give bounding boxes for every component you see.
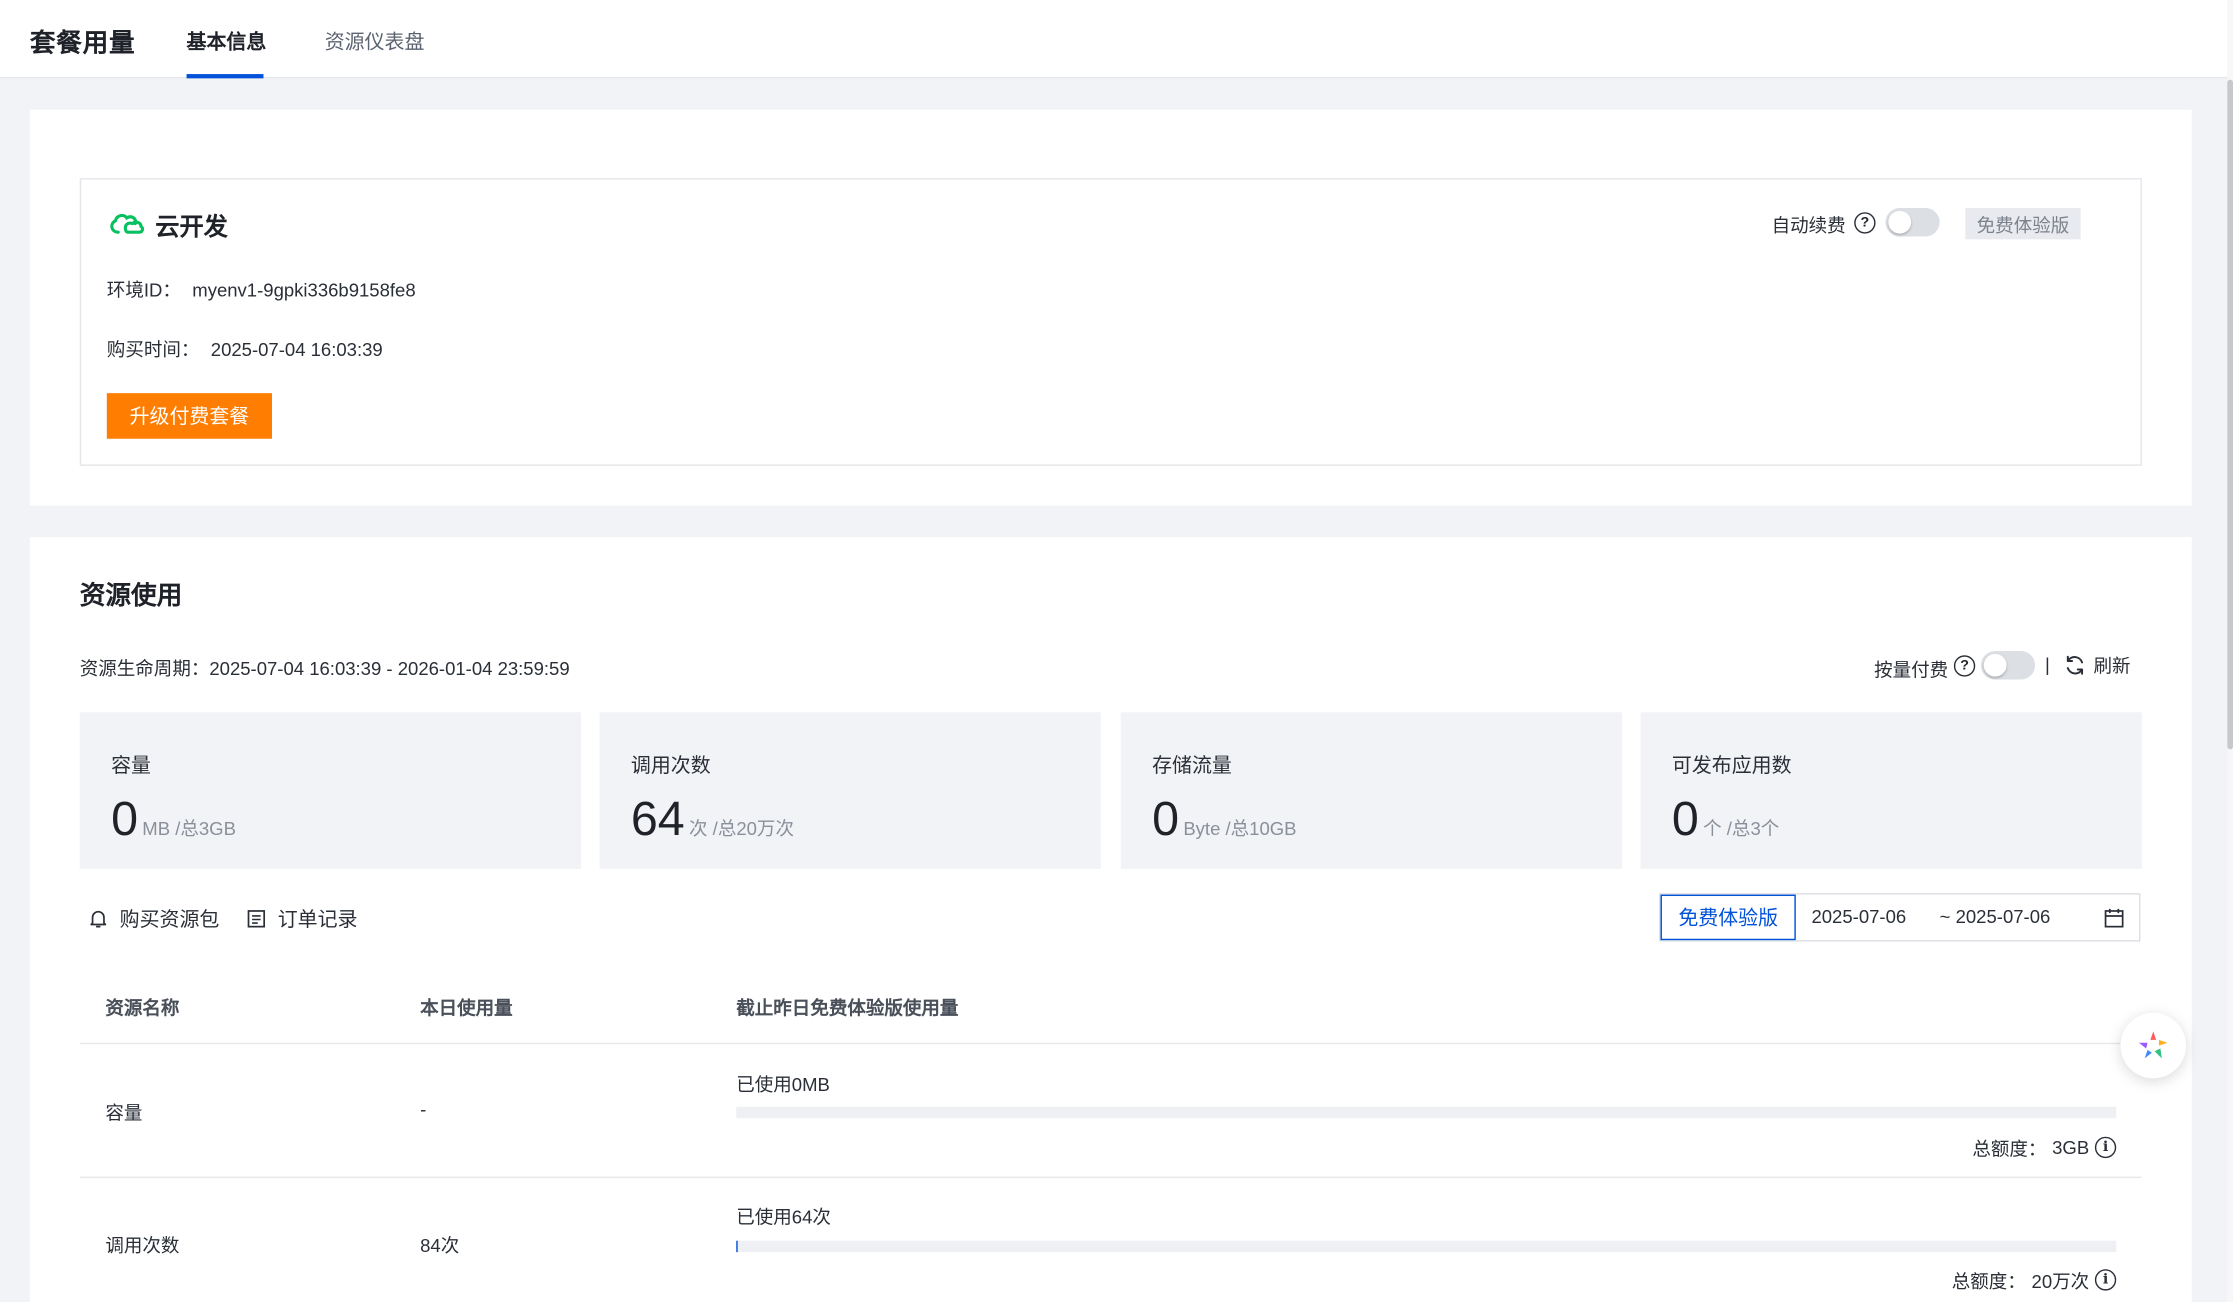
row-divider <box>79 1176 2142 1179</box>
page-title: 套餐用量 <box>29 28 136 57</box>
purchase-time-value: 2025-07-04 16:03:39 <box>210 339 383 361</box>
buy-resource-pack-link[interactable]: 购买资源包 <box>88 905 219 933</box>
info-icon[interactable]: i <box>2094 1136 2117 1159</box>
stat-value: 0 <box>1152 792 1180 847</box>
question-icon[interactable]: ? <box>1854 212 1876 234</box>
order-records-label: 订单记录 <box>277 907 358 931</box>
today-usage: 84次 <box>420 1235 460 1257</box>
tab-basic-info[interactable]: 基本信息 <box>187 27 267 55</box>
edition-tag: 免费体验版 <box>1965 207 2081 240</box>
assistant-float-button[interactable] <box>2120 1012 2187 1079</box>
column-header-name: 资源名称 <box>105 997 180 1019</box>
row-divider <box>79 1042 2142 1045</box>
order-records-link[interactable]: 订单记录 <box>246 905 357 933</box>
stat-unit: 个 /总3个 <box>1703 817 1780 840</box>
env-id-row: 环境ID： myenv1-9gpki336b9158fe8 <box>107 275 416 302</box>
purchase-time-label: 购买时间： <box>106 339 200 361</box>
stat-label: 调用次数 <box>630 753 711 777</box>
date-start[interactable]: 2025-07-06 <box>1811 906 1906 927</box>
active-tab-indicator <box>186 74 264 79</box>
auto-renew-label: 自动续费 <box>1771 215 1846 237</box>
cloud-logo-icon <box>108 211 145 237</box>
stat-label: 容量 <box>111 753 151 777</box>
top-bar: 套餐用量 基本信息 资源仪表盘 <box>0 0 2228 79</box>
page: 套餐用量 基本信息 资源仪表盘 云开发 环境ID： myenv1-9gpki336… <box>0 0 2233 1302</box>
bell-icon <box>88 909 108 929</box>
lifecycle-value: 2025-07-04 16:03:39 - 2026-01-04 23:59:5… <box>209 658 570 680</box>
stat-unit: 次 /总20万次 <box>689 817 794 840</box>
env-id-label: 环境ID： <box>106 279 181 301</box>
usage-progress-bar <box>736 1106 2117 1119</box>
stat-card-apps: 可发布应用数 0个 /总3个 <box>1640 712 2142 869</box>
refresh-label: 刷新 <box>2093 655 2131 677</box>
document-icon <box>246 909 266 929</box>
stat-value: 0 <box>1671 792 1699 847</box>
question-icon[interactable]: ? <box>1953 655 1976 677</box>
total-quota-value: 3GB <box>2052 1136 2090 1159</box>
scrollbar[interactable] <box>2227 0 2233 1302</box>
edition-filter-button[interactable]: 免费体验版 <box>1660 894 1796 941</box>
total-quota-value: 20万次 <box>2031 1270 2090 1293</box>
total-quota-label: 总额度： <box>1951 1270 2026 1293</box>
pay-by-usage-toggle[interactable] <box>1980 651 2036 680</box>
tab-resource-dashboard[interactable]: 资源仪表盘 <box>325 27 425 55</box>
column-header-today: 本日使用量 <box>420 997 513 1019</box>
separator: | <box>2045 653 2050 676</box>
lifecycle-row: 资源生命周期：2025-07-04 16:03:39 - 2026-01-04 … <box>80 654 570 681</box>
stat-label: 存储流量 <box>1152 753 1232 777</box>
env-box: 云开发 环境ID： myenv1-9gpki336b9158fe8 购买时间： 20… <box>79 178 2142 466</box>
usage-progress-bar <box>736 1240 2117 1253</box>
section-title: 资源使用 <box>79 581 183 610</box>
used-text: 已使用0MB <box>736 1074 830 1096</box>
resource-card: 资源使用 资源生命周期：2025-07-04 16:03:39 - 2026-0… <box>29 537 2192 1302</box>
scrollbar-thumb[interactable] <box>2227 79 2233 750</box>
column-header-used: 截止昨日免费体验版使用量 <box>736 997 959 1019</box>
stat-value: 64 <box>630 792 685 847</box>
stat-card-capacity: 容量 0 MB /总3GB <box>79 712 582 869</box>
product-name: 云开发 <box>155 213 228 241</box>
stat-card-calls: 调用次数 64 次 /总20万次 <box>599 712 1101 869</box>
pay-by-usage-label: 按量付费 <box>1874 659 1949 681</box>
refresh-button[interactable]: 刷新 <box>2064 651 2131 678</box>
today-usage: - <box>420 1098 427 1120</box>
stat-card-storage-traffic: 存储流量 0 Byte /总10GB <box>1120 712 1623 869</box>
stat-value: 0 <box>111 792 139 847</box>
resource-name: 调用次数 <box>105 1235 180 1257</box>
stat-unit: Byte /总10GB <box>1183 817 1297 840</box>
stat-label: 可发布应用数 <box>1671 753 1792 777</box>
date-range-picker[interactable]: 免费体验版 2025-07-06 ~ 2025-07-06 <box>1659 893 2141 942</box>
total-quota: 总额度： 3GB i <box>1972 1134 2117 1161</box>
stat-unit: MB /总3GB <box>142 817 236 840</box>
resource-name: 容量 <box>105 1102 143 1124</box>
upgrade-plan-button[interactable]: 升级付费套餐 <box>106 393 273 439</box>
calendar-icon[interactable] <box>2103 907 2124 928</box>
purchase-time-row: 购买时间： 2025-07-04 16:03:39 <box>107 335 383 362</box>
date-end[interactable]: ~ 2025-07-06 <box>1940 906 2051 927</box>
info-icon[interactable]: i <box>2094 1269 2117 1291</box>
auto-renew-toggle[interactable] <box>1885 207 1940 237</box>
env-id-value: myenv1-9gpki336b9158fe8 <box>192 279 416 301</box>
refresh-icon <box>2064 653 2087 676</box>
total-quota-label: 总额度： <box>1972 1138 2047 1160</box>
total-quota: 总额度： 20万次 i <box>1951 1266 2117 1293</box>
env-card: 云开发 环境ID： myenv1-9gpki336b9158fe8 购买时间： 20… <box>29 109 2192 506</box>
used-text: 已使用64次 <box>736 1206 831 1228</box>
assistant-logo-icon <box>2135 1027 2172 1064</box>
lifecycle-label: 资源生命周期： <box>79 658 210 680</box>
buy-resource-pack-label: 购买资源包 <box>119 907 220 931</box>
